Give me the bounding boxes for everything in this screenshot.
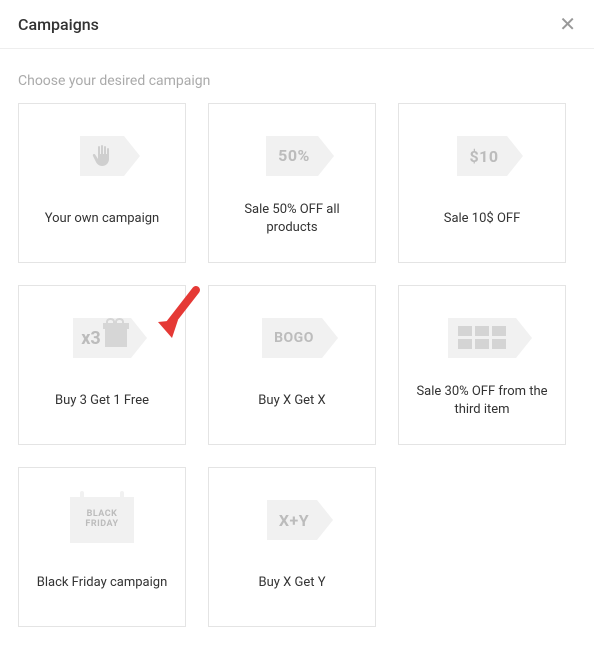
price-tag-icon: $10 xyxy=(457,136,506,176)
card-title: Sale 10$ OFF xyxy=(444,201,521,237)
card-icon: $10 xyxy=(442,129,522,183)
card-title: Sale 50% OFF all products xyxy=(219,201,365,237)
price-tag-icon xyxy=(448,318,516,358)
campaign-card-10-off[interactable]: $10 Sale 10$ OFF xyxy=(398,103,566,263)
tag-label: $10 xyxy=(469,147,498,166)
campaign-card-30-off-third[interactable]: Sale 30% OFF from the third item xyxy=(398,285,566,445)
card-icon: BLACK FRIDAY xyxy=(62,493,142,547)
card-title: Sale 30% OFF from the third item xyxy=(409,383,555,419)
gift-icon xyxy=(105,329,127,347)
tag-label: x3 xyxy=(81,328,101,349)
calendar-icon: BLACK FRIDAY xyxy=(70,497,134,543)
price-tag-icon: X+Y xyxy=(267,500,317,540)
modal-header: Campaigns ✕ xyxy=(0,0,594,49)
wave-icon xyxy=(80,136,124,176)
tag-label: 50% xyxy=(278,146,310,165)
card-title: Buy X Get Y xyxy=(258,565,325,601)
tag-label-line2: FRIDAY xyxy=(85,520,118,530)
campaign-card-own[interactable]: Your own campaign xyxy=(18,103,186,263)
page-title: Campaigns xyxy=(18,15,99,34)
campaign-card-bogo[interactable]: BOGO Buy X Get X xyxy=(208,285,376,445)
card-title: Buy X Get X xyxy=(258,383,325,419)
card-title: Buy 3 Get 1 Free xyxy=(55,383,149,419)
subtitle: Choose your desired campaign xyxy=(0,49,594,103)
price-tag-icon: 50% xyxy=(266,136,318,176)
card-icon: BOGO xyxy=(252,311,332,365)
card-title: Black Friday campaign xyxy=(37,565,168,601)
campaign-card-black-friday[interactable]: BLACK FRIDAY Black Friday campaign xyxy=(18,467,186,627)
tag-label: BOGO xyxy=(274,330,314,346)
card-icon xyxy=(442,311,522,365)
close-icon[interactable]: ✕ xyxy=(559,14,576,34)
tag-label: X+Y xyxy=(279,511,309,530)
card-title: Your own campaign xyxy=(45,201,159,237)
campaign-card-buy3-get1[interactable]: x3 Buy 3 Get 1 Free xyxy=(18,285,186,445)
card-icon: X+Y xyxy=(252,493,332,547)
card-icon: 50% xyxy=(252,129,332,183)
card-icon: x3 xyxy=(62,311,142,365)
price-tag-icon: x3 xyxy=(73,318,131,358)
price-tag-icon: BOGO xyxy=(262,318,322,358)
campaign-card-50-off[interactable]: 50% Sale 50% OFF all products xyxy=(208,103,376,263)
card-icon xyxy=(62,129,142,183)
campaign-card-buy-x-get-y[interactable]: X+Y Buy X Get Y xyxy=(208,467,376,627)
campaign-grid: Your own campaign 50% Sale 50% OFF all p… xyxy=(0,103,594,627)
grid-items-icon xyxy=(458,326,506,349)
